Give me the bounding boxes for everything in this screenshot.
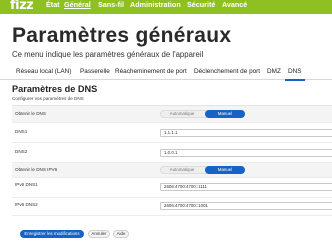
tab-dmz[interactable]: DMZ (267, 68, 281, 79)
ipv6-dns2-label: IPv6 DNS2 (15, 202, 38, 207)
section-title: Paramètres de DNS (12, 84, 98, 94)
help-button[interactable]: Aide (113, 230, 129, 238)
cancel-button[interactable]: Annuler (88, 230, 110, 238)
obtain-ipv6-toggle[interactable]: Automatique Manuel (160, 166, 245, 174)
tab-declenchement[interactable]: Déclenchement de port (194, 68, 260, 79)
obtain-ipv6-label: Obtenir le DNS IPV6 (15, 167, 58, 172)
obtain-dns-toggle[interactable]: Automatique Manuel (160, 110, 245, 118)
page-description: Ce menu indique les paramètres généraux … (12, 50, 204, 59)
section-description: Configurer vos paramètres de DNS (12, 96, 84, 101)
nav-etat[interactable]: État (46, 0, 60, 14)
page-title: Paramètres généraux (12, 24, 232, 47)
ipv6-dns2-input[interactable]: 2606:4700:4700::1001 (160, 202, 332, 210)
obtain-ipv6-automatic-option[interactable]: Automatique (161, 167, 203, 173)
row-obtain-ipv6: Obtenir le DNS IPV6 Automatique Manuel (12, 163, 332, 178)
dns1-label: DNS1 (15, 129, 28, 134)
fizz-logo[interactable]: fizz (10, 0, 34, 13)
nav-administration[interactable]: Administration (130, 0, 181, 14)
save-changes-button[interactable]: Enregistrer les modifications (20, 230, 84, 238)
row-dns1: DNS1 1.1.1.1 (12, 123, 332, 143)
nav-avance[interactable]: Avancé (222, 0, 247, 14)
row-ipv6-dns2: IPv6 DNS2 2606:4700:4700::1001 (12, 198, 332, 216)
ipv6-dns1-label: IPv6 DNS1 (15, 182, 38, 187)
obtain-dns-label: Obtenir le DNS (15, 111, 46, 116)
nav-sans-fil[interactable]: Sans-fil (98, 0, 124, 14)
row-obtain-dns: Obtenir le DNS Automatique Manuel (12, 106, 332, 123)
tab-passerelle[interactable]: Passerelle (80, 68, 110, 79)
dns-form: Obtenir le DNS Automatique Manuel DNS1 1… (12, 105, 332, 216)
obtain-dns-automatic-option[interactable]: Automatique (161, 111, 203, 117)
dns1-input[interactable]: 1.1.1.1 (160, 129, 332, 137)
tab-lan[interactable]: Réseau local (LAN) (16, 68, 71, 79)
row-ipv6-dns1: IPv6 DNS1 2606:4700:4700::1111 (12, 178, 332, 198)
nav-general[interactable]: Général (64, 0, 91, 14)
nav-securite[interactable]: Sécurité (187, 0, 215, 14)
tab-dns[interactable]: DNS (285, 68, 305, 81)
tab-reacheminement[interactable]: Réacheminement de port (115, 68, 187, 79)
obtain-dns-manual-option[interactable]: Manuel (205, 110, 245, 118)
top-navigation-bar: fizz État Général Sans-fil Administratio… (0, 0, 332, 14)
dns2-label: DNS2 (15, 149, 28, 154)
dns2-input[interactable]: 1.0.0.1 (160, 149, 332, 157)
ipv6-dns1-input[interactable]: 2606:4700:4700::1111 (160, 183, 332, 191)
obtain-ipv6-manual-option[interactable]: Manuel (205, 166, 245, 174)
tab-bar: Réseau local (LAN) Passerelle Réachemine… (0, 66, 332, 81)
row-dns2: DNS2 1.0.0.1 (12, 143, 332, 163)
